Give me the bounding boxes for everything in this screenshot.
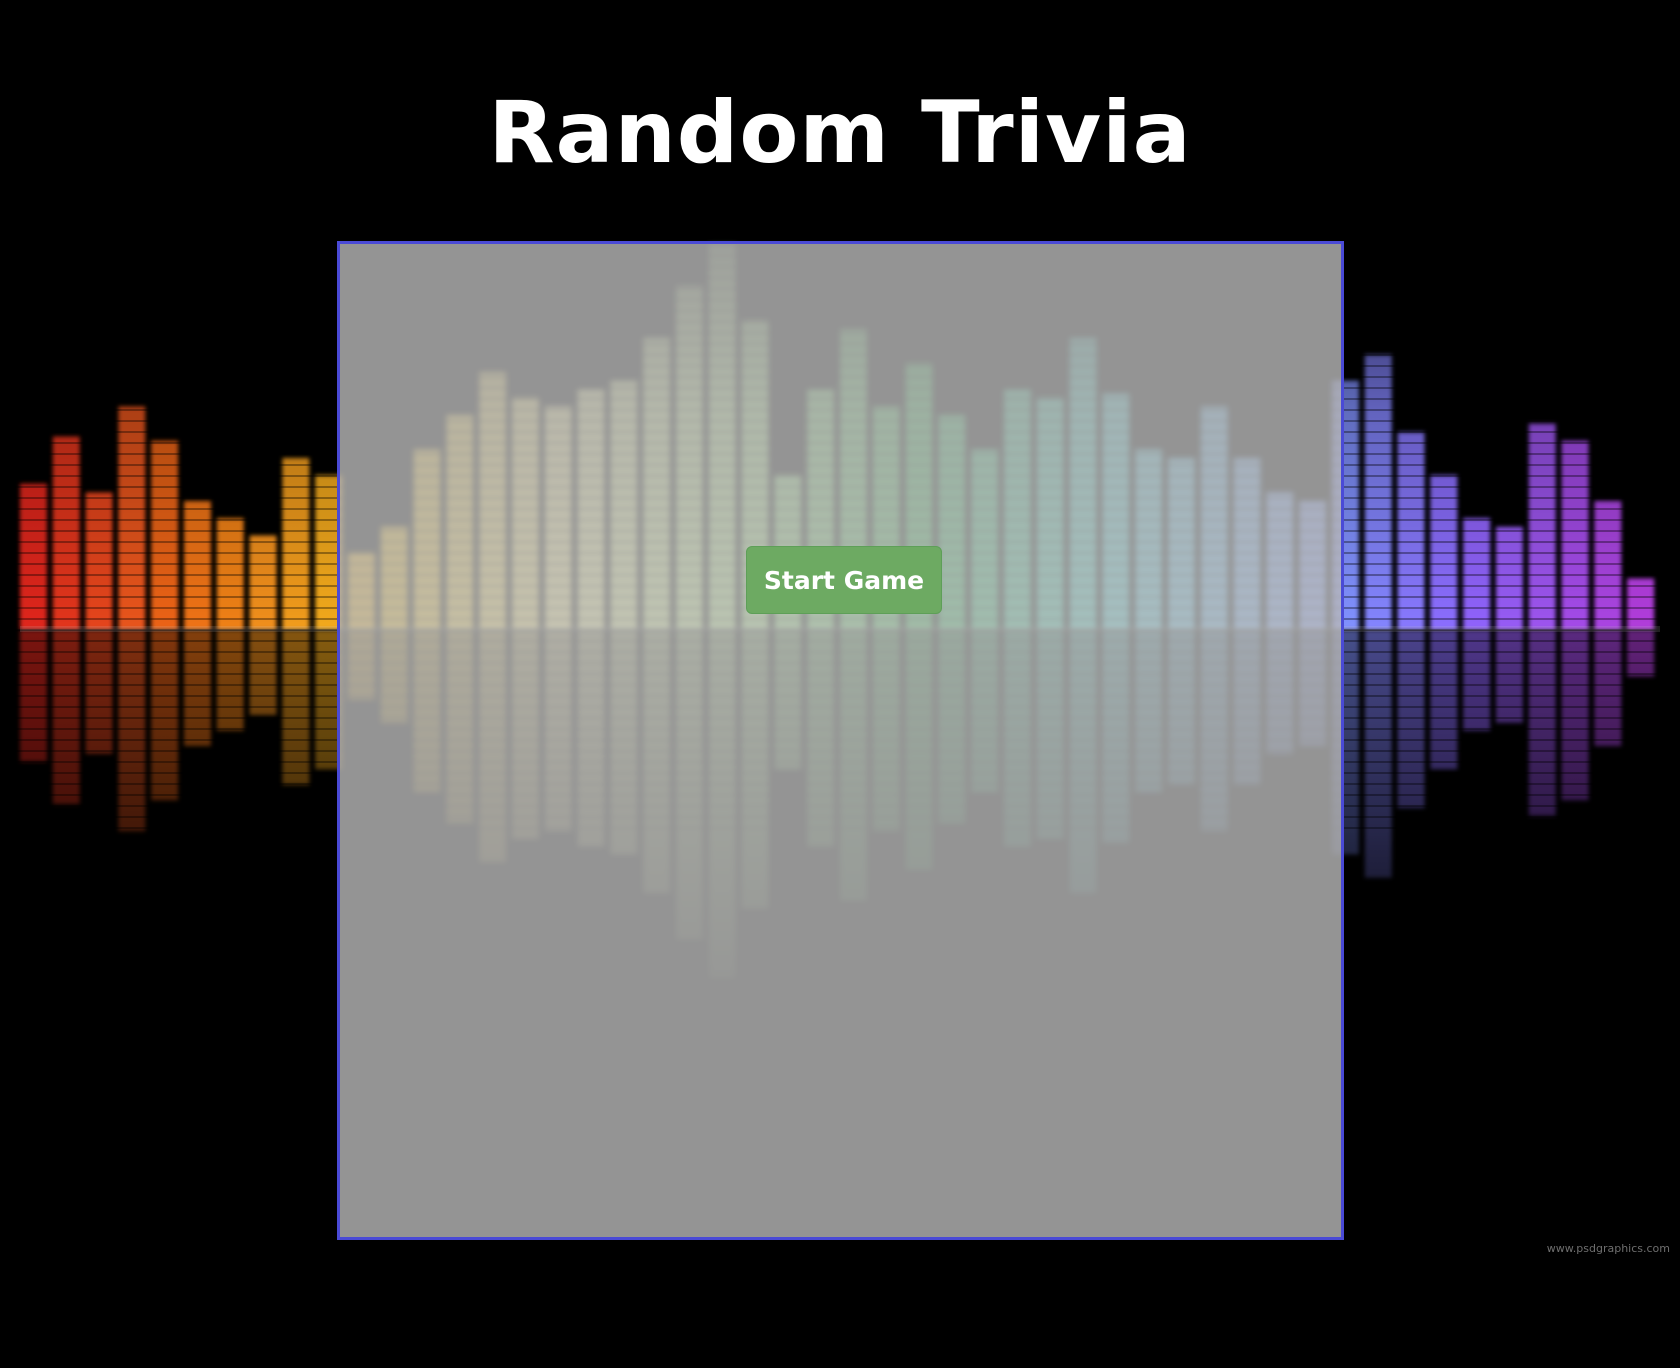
equalizer-bar (85, 492, 113, 630)
equalizer-bar (249, 535, 277, 630)
equalizer-bar-reflection (1561, 630, 1589, 801)
start-game-button[interactable]: Start Game (746, 546, 942, 614)
equalizer-bar-reflection (85, 630, 113, 754)
equalizer-bar (151, 440, 179, 630)
watermark-text: www.psdgraphics.com (1546, 1242, 1670, 1255)
equalizer-bar-reflection (1430, 630, 1458, 770)
equalizer-bar-reflection (216, 630, 244, 731)
page: Random Trivia Start Game www.psdgraphics… (0, 0, 1680, 1368)
equalizer-bar-reflection (1627, 630, 1655, 677)
equalizer-bar-reflection (249, 630, 277, 716)
equalizer-bar-reflection (1463, 630, 1491, 731)
equalizer-bar-reflection (1364, 630, 1392, 878)
equalizer-bar (1561, 440, 1589, 630)
equalizer-bar-reflection (1397, 630, 1425, 809)
page-title: Random Trivia (488, 83, 1192, 183)
equalizer-bar-reflection (1528, 630, 1556, 816)
equalizer-bar-reflection (151, 630, 179, 801)
equalizer-bar-reflection (118, 630, 146, 832)
equalizer-bar (1364, 354, 1392, 630)
equalizer-bar (282, 458, 310, 630)
game-panel: Start Game (337, 241, 1344, 1240)
equalizer-bar-reflection (1496, 630, 1523, 723)
